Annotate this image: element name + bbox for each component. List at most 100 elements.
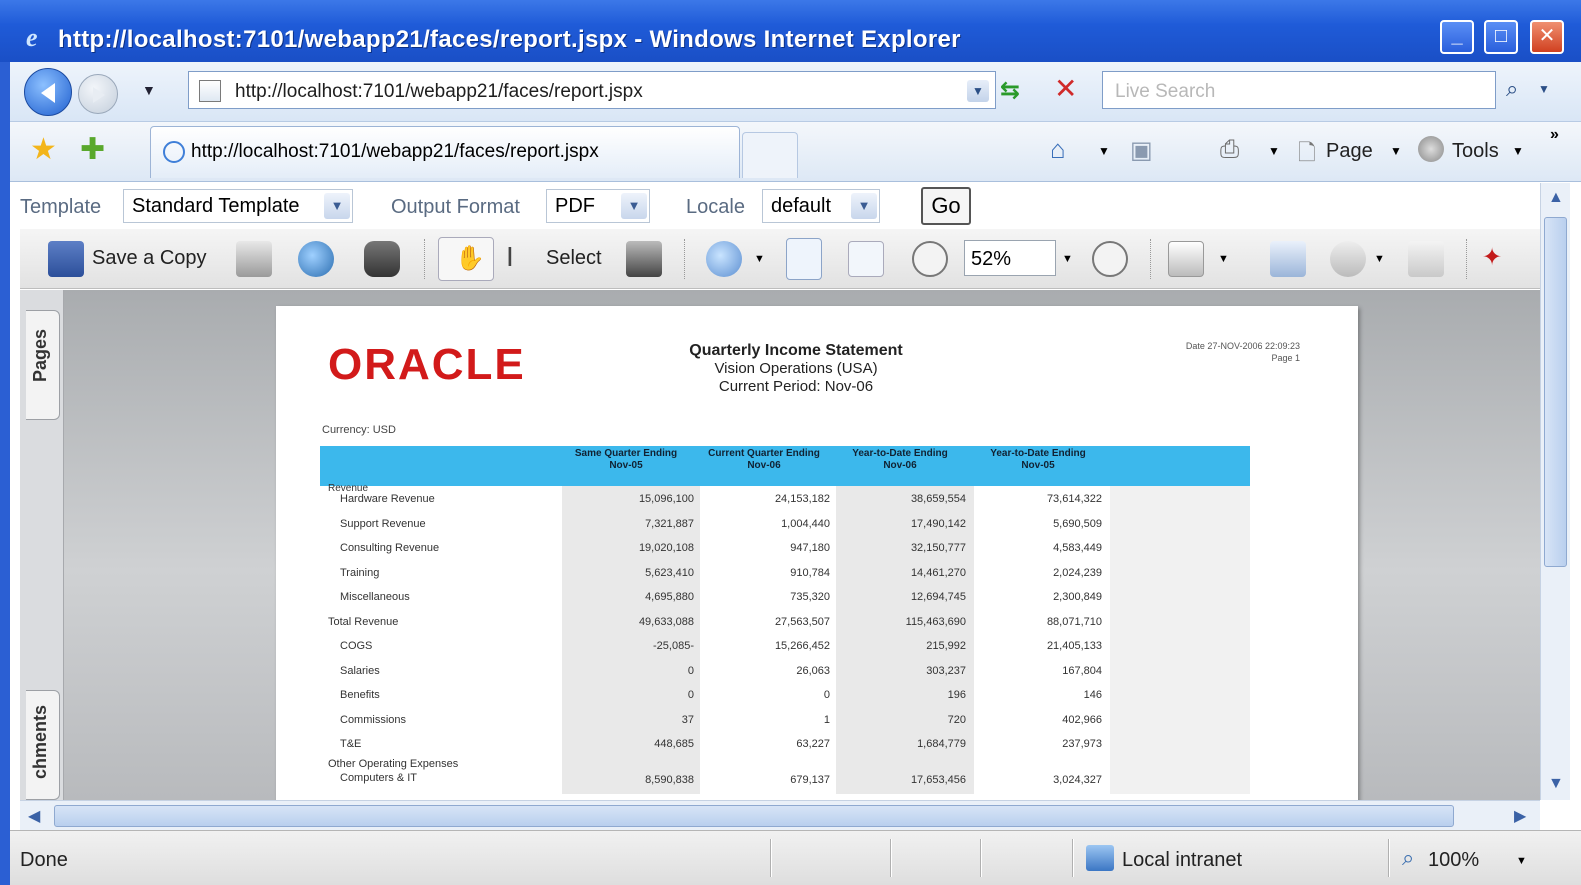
favorites-star-icon[interactable]: ★ xyxy=(30,132,57,167)
status-divider xyxy=(770,839,772,877)
cell: 0 xyxy=(687,664,694,677)
pdf-document-canvas[interactable]: ORACLE Quarterly Income Statement Vision… xyxy=(64,290,1540,800)
address-bar[interactable]: http://localhost:7101/webapp21/faces/rep… xyxy=(188,71,996,109)
browser-tab[interactable]: http://localhost:7101/webapp21/faces/rep… xyxy=(150,126,740,178)
scroll-left-icon[interactable]: ◀ xyxy=(28,806,40,826)
report-title: Quarterly Income Statement xyxy=(689,342,903,359)
print-icon[interactable] xyxy=(236,241,272,277)
column-header: Current Quarter Ending Nov-06 xyxy=(708,448,820,471)
table-row: Revenue Hardware Revenue 15,096,100 24,1… xyxy=(320,483,1250,511)
search-input[interactable]: Live Search xyxy=(1115,81,1215,103)
row-label: Hardware Revenue xyxy=(340,493,435,505)
page-layout-icon[interactable] xyxy=(1168,241,1204,277)
horizontal-scrollbar[interactable]: ◀ ▶ xyxy=(20,800,1540,830)
page-layout-dropdown-icon[interactable]: ▼ xyxy=(1218,253,1229,265)
more-chevron-icon[interactable]: » xyxy=(1550,126,1559,144)
table-row: Salaries 0 26,063 303,237 167,804 xyxy=(320,658,1250,683)
undo-icon[interactable] xyxy=(1330,241,1366,277)
add-favorites-icon[interactable]: ✚ xyxy=(80,132,105,167)
minimize-button[interactable]: _ xyxy=(1440,20,1474,54)
table-row: COGS -25,085- 15,266,452 215,992 21,405,… xyxy=(320,633,1250,658)
new-tab-button[interactable] xyxy=(742,132,798,178)
forward-button[interactable] xyxy=(78,74,118,114)
back-button[interactable] xyxy=(24,68,72,116)
row-label: Salaries xyxy=(340,664,380,677)
vertical-scroll-thumb[interactable] xyxy=(1544,217,1567,567)
cell: 8,590,838 xyxy=(645,773,694,786)
feeds-icon[interactable]: ▣ xyxy=(1130,136,1153,165)
print-icon[interactable]: ⎙ xyxy=(1220,136,1239,164)
close-button[interactable]: ✕ xyxy=(1530,20,1564,54)
scroll-down-icon[interactable]: ▼ xyxy=(1548,775,1564,793)
email-icon[interactable] xyxy=(298,241,334,277)
zoom-in-icon[interactable] xyxy=(706,241,742,277)
page-zoom-level[interactable]: 100% xyxy=(1428,849,1479,872)
cell: 1,684,779 xyxy=(917,738,966,750)
horizontal-scroll-thumb[interactable] xyxy=(54,805,1454,827)
fit-page-icon[interactable] xyxy=(786,238,822,280)
maximize-button[interactable]: □ xyxy=(1484,20,1518,54)
page-menu-dropdown-icon[interactable]: ▼ xyxy=(1390,144,1402,158)
home-dropdown-icon[interactable]: ▼ xyxy=(1098,144,1110,158)
zoom-level-input[interactable]: 52% xyxy=(964,240,1056,276)
ie-logo-icon: e xyxy=(26,23,38,52)
cell: 910,784 xyxy=(790,566,830,579)
attachments-tab[interactable]: chments xyxy=(26,690,60,800)
go-button[interactable]: Go xyxy=(921,187,971,225)
row-label: Consulting Revenue xyxy=(340,542,440,554)
table-row: Miscellaneous 4,695,880 735,320 12,694,7… xyxy=(320,584,1250,609)
scroll-up-icon[interactable]: ▲ xyxy=(1548,189,1564,207)
cell: 215,992 xyxy=(926,640,966,652)
zoom-level-dropdown-icon[interactable]: ▼ xyxy=(1062,253,1073,265)
save-copy-button[interactable]: Save a Copy xyxy=(92,247,207,270)
stop-icon[interactable]: ✕ xyxy=(1054,72,1077,105)
snapshot-camera-icon[interactable] xyxy=(626,241,662,277)
search-box[interactable]: Live Search xyxy=(1102,71,1496,109)
cell: 720 xyxy=(947,713,966,726)
zoom-plus-icon[interactable] xyxy=(1092,241,1128,277)
undo-dropdown-icon[interactable]: ▼ xyxy=(1374,253,1385,265)
toolbar-separator xyxy=(424,239,426,279)
hand-tool-button[interactable]: ✋ xyxy=(438,237,494,281)
page-menu[interactable]: Page xyxy=(1326,140,1373,163)
row-label: Miscellaneous xyxy=(340,591,410,603)
rotate-view-icon[interactable] xyxy=(1270,241,1306,277)
document-properties-icon[interactable] xyxy=(1408,241,1444,277)
output-format-select[interactable]: PDF ▼ xyxy=(546,189,650,223)
address-input[interactable]: http://localhost:7101/webapp21/faces/rep… xyxy=(235,81,643,103)
cell: 0 xyxy=(687,689,694,701)
cell: 21,405,133 xyxy=(1046,640,1102,652)
cell: 37 xyxy=(681,713,694,726)
navigation-bar: ▼ http://localhost:7101/webapp21/faces/r… xyxy=(10,62,1581,122)
zoom-dropdown-icon[interactable]: ▼ xyxy=(754,253,765,265)
scroll-right-icon[interactable]: ▶ xyxy=(1514,806,1526,826)
refresh-icon[interactable]: ⇆ xyxy=(1000,76,1020,105)
cell: 679,137 xyxy=(790,773,830,786)
recent-pages-dropdown-icon[interactable]: ▼ xyxy=(142,82,156,98)
print-dropdown-icon[interactable]: ▼ xyxy=(1268,144,1280,158)
template-select[interactable]: Standard Template ▼ xyxy=(123,189,353,223)
window-titlebar: e http://localhost:7101/webapp21/faces/r… xyxy=(0,0,1581,62)
status-divider xyxy=(1388,839,1390,877)
zoom-out-icon[interactable] xyxy=(912,241,948,277)
tools-dropdown-icon[interactable]: ▼ xyxy=(1512,144,1524,158)
pages-tab[interactable]: Pages xyxy=(26,310,60,420)
forward-arrow-icon xyxy=(93,87,105,103)
cell: 88,071,710 xyxy=(1046,615,1102,628)
intranet-zone-icon xyxy=(1086,845,1114,871)
home-icon[interactable]: ⌂ xyxy=(1050,134,1066,165)
page-zoom-dropdown-icon[interactable]: ▼ xyxy=(1516,855,1527,867)
cell: 24,153,182 xyxy=(774,493,830,505)
find-binoculars-icon[interactable] xyxy=(364,241,400,277)
vertical-scrollbar[interactable]: ▲ ▼ xyxy=(1540,183,1570,800)
select-tool-button[interactable]: Select xyxy=(546,247,602,270)
svg-text:e: e xyxy=(26,23,38,52)
locale-select[interactable]: default ▼ xyxy=(762,189,880,223)
zoom-magnifier-icon: ⌕ xyxy=(1402,845,1415,870)
tools-menu[interactable]: Tools xyxy=(1452,140,1499,163)
status-bar: Done Local intranet ⌕ 100% ▼ xyxy=(10,830,1581,885)
search-options-icon[interactable]: ▼ xyxy=(1538,82,1550,96)
address-dropdown-icon[interactable]: ▼ xyxy=(967,80,989,102)
search-icon[interactable]: ⌕ xyxy=(1506,76,1518,102)
fit-width-icon[interactable] xyxy=(848,241,884,277)
